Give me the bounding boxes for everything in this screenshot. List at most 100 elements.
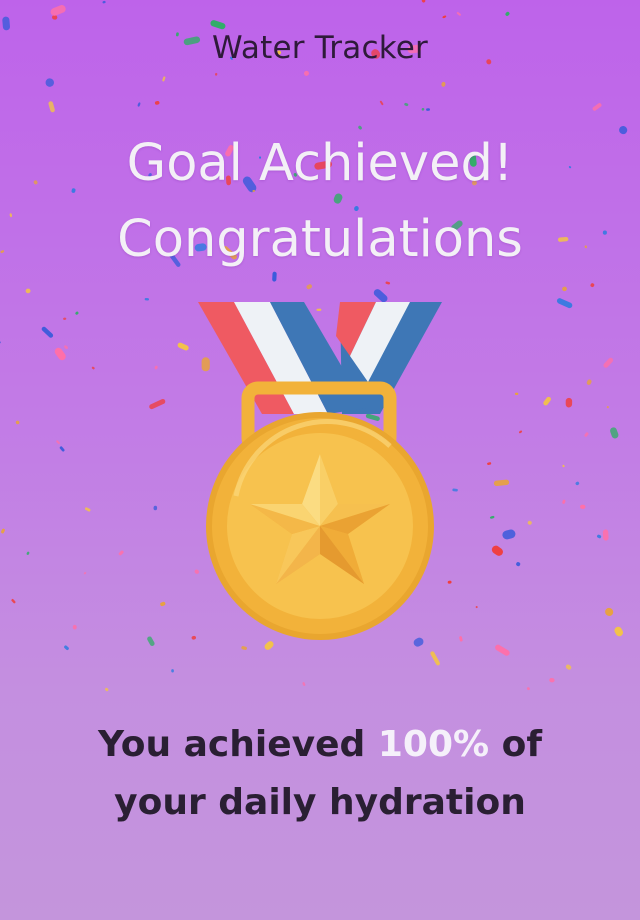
confetti-piece	[64, 345, 68, 349]
confetti-piece	[144, 297, 150, 301]
confetti-piece	[91, 366, 95, 370]
confetti-piece	[264, 641, 274, 650]
confetti-piece	[26, 551, 30, 555]
confetti-piece	[0, 341, 1, 345]
confetti-piece	[63, 317, 67, 320]
confetti-piece	[177, 342, 189, 351]
confetti-piece	[64, 645, 69, 650]
confetti-piece	[549, 678, 555, 683]
confetti-piece	[241, 646, 247, 650]
achievement-message: You achieved 100% of your daily hydratio…	[0, 716, 640, 832]
percent-value: 100%	[377, 724, 490, 765]
confetti-piece	[52, 15, 58, 20]
confetti-piece	[442, 15, 447, 19]
confetti-piece	[83, 572, 87, 575]
confetti-piece	[149, 398, 166, 410]
app-title: Water Tracker	[212, 30, 428, 66]
confetti-piece	[543, 396, 551, 406]
confetti-piece	[50, 5, 66, 16]
confetti-piece	[147, 636, 155, 646]
confetti-piece	[2, 16, 11, 31]
confetti-piece	[48, 101, 55, 113]
confetti-piece	[565, 397, 573, 408]
message-prefix: You achieved	[97, 724, 366, 765]
confetti-piece	[493, 479, 510, 487]
confetti-piece	[606, 406, 609, 409]
confetti-piece	[491, 545, 503, 556]
confetti-piece	[562, 499, 566, 504]
confetti-piece	[306, 284, 313, 290]
confetti-piece	[75, 311, 79, 315]
confetti-piece	[379, 100, 384, 106]
confetti-piece	[137, 102, 141, 107]
confetti-piece	[565, 664, 572, 670]
confetti-piece	[421, 107, 425, 111]
confetti-piece	[502, 529, 516, 540]
confetti-piece	[519, 430, 523, 434]
confetti-piece	[162, 76, 166, 82]
confetti-piece	[105, 687, 109, 692]
confetti-piece	[452, 488, 458, 492]
confetti-piece	[495, 644, 510, 656]
confetti-piece	[619, 126, 628, 135]
goal-achieved-heading: Goal Achieved!	[126, 134, 514, 193]
confetti-piece	[580, 504, 586, 509]
confetti-piece	[516, 562, 521, 567]
confetti-piece	[59, 446, 65, 452]
confetti-piece	[614, 626, 624, 637]
confetti-piece	[430, 651, 440, 666]
confetti-piece	[605, 607, 614, 616]
congratulations-heading: Congratulations	[117, 210, 523, 269]
confetti-piece	[25, 288, 31, 294]
medal-icon	[198, 302, 442, 640]
confetti-piece	[154, 365, 158, 370]
confetti-piece	[358, 125, 362, 130]
confetti-piece	[54, 347, 66, 361]
confetti-piece	[1, 528, 5, 534]
confetti-piece	[154, 100, 160, 105]
confetti-piece	[15, 420, 20, 425]
confetti-piece	[160, 601, 166, 607]
confetti-piece	[603, 357, 614, 368]
confetti-piece	[102, 0, 106, 4]
confetti-piece	[272, 271, 277, 282]
message-line2: your daily hydration	[114, 782, 526, 823]
confetti-piece	[404, 102, 409, 107]
confetti-piece	[441, 81, 446, 87]
confetti-piece	[118, 550, 124, 556]
confetti-piece	[385, 281, 391, 285]
confetti-piece	[562, 464, 565, 468]
confetti-piece	[505, 11, 510, 16]
confetti-piece	[602, 529, 609, 541]
confetti-piece	[597, 534, 602, 539]
confetti-piece	[84, 507, 91, 512]
confetti-piece	[11, 598, 16, 604]
confetti-piece	[527, 520, 532, 525]
confetti-piece	[526, 687, 530, 691]
confetti-piece	[215, 72, 218, 76]
confetti-piece	[45, 78, 55, 87]
message-suffix: of	[501, 724, 543, 765]
confetti-piece	[41, 326, 54, 338]
confetti-piece	[302, 682, 306, 686]
confetti-piece	[171, 669, 174, 673]
confetti-piece	[426, 108, 430, 111]
confetti-piece	[487, 462, 492, 465]
confetti-piece	[210, 20, 226, 30]
confetti-piece	[556, 298, 573, 309]
confetti-piece	[586, 379, 592, 385]
confetti-piece	[456, 11, 461, 16]
confetti-piece	[421, 0, 426, 3]
confetti-piece	[575, 481, 580, 486]
confetti-piece	[333, 193, 343, 204]
confetti-piece	[610, 427, 619, 439]
confetti-piece	[590, 283, 595, 288]
confetti-piece	[153, 505, 158, 511]
confetti-piece	[562, 286, 567, 292]
confetti-piece	[489, 515, 495, 519]
confetti-piece	[514, 392, 519, 396]
confetti-piece	[592, 103, 602, 111]
confetti-piece	[459, 636, 463, 642]
confetti-piece	[475, 606, 478, 609]
confetti-piece	[303, 70, 309, 76]
